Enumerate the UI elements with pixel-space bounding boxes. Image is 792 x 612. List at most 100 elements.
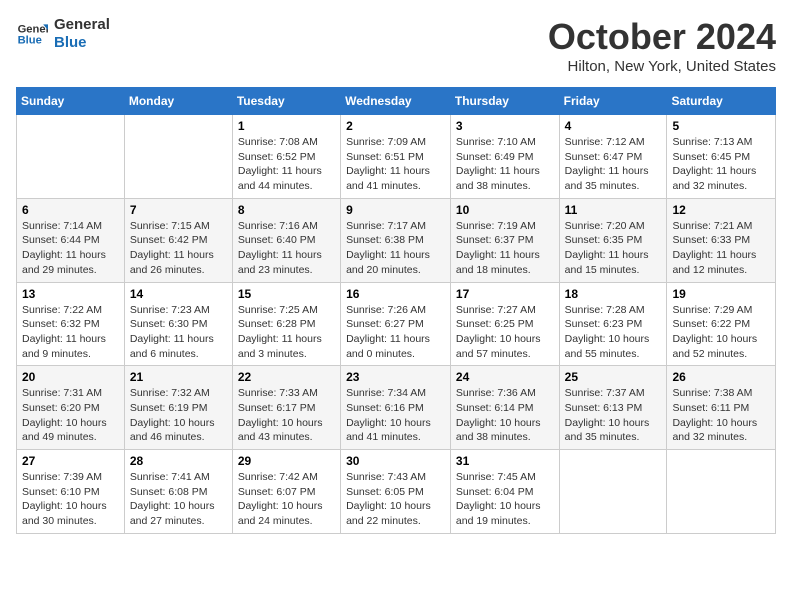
day-number: 4 xyxy=(565,119,662,133)
day-detail: Sunrise: 7:10 AM Sunset: 6:49 PM Dayligh… xyxy=(456,135,554,194)
calendar-cell: 11Sunrise: 7:20 AM Sunset: 6:35 PM Dayli… xyxy=(559,198,667,282)
calendar-cell: 8Sunrise: 7:16 AM Sunset: 6:40 PM Daylig… xyxy=(232,198,340,282)
calendar-cell: 23 Sunrise: 7:34 AM Sunset: 6:16 PM Dayli… xyxy=(341,366,451,450)
day-detail: Sunrise: 7:21 AM Sunset: 6:33 PM Dayligh… xyxy=(672,219,770,278)
calendar-cell: 12Sunrise: 7:21 AM Sunset: 6:33 PM Dayli… xyxy=(667,198,776,282)
day-number: 27 xyxy=(22,454,119,468)
logo-icon: General Blue xyxy=(16,18,48,50)
day-number: 22 xyxy=(238,370,335,384)
calendar-cell xyxy=(559,450,667,534)
day-header-saturday: Saturday xyxy=(667,88,776,115)
day-detail: Sunrise: 7:34 AM Sunset: 6:16 PM Dayligh… xyxy=(346,386,445,445)
day-number: 21 xyxy=(130,370,227,384)
day-number: 30 xyxy=(346,454,445,468)
day-detail: Sunrise: 7:22 AM Sunset: 6:32 PM Dayligh… xyxy=(22,303,119,362)
day-number: 14 xyxy=(130,287,227,301)
calendar-week-5: 27 Sunrise: 7:39 AM Sunset: 6:10 PM Dayli… xyxy=(17,450,776,534)
day-detail: Sunrise: 7:33 AM Sunset: 6:17 PM Dayligh… xyxy=(238,386,335,445)
day-detail: Sunrise: 7:08 AM Sunset: 6:52 PM Dayligh… xyxy=(238,135,335,194)
calendar-cell: 9 Sunrise: 7:17 AM Sunset: 6:38 PM Daylig… xyxy=(341,198,451,282)
calendar-cell: 2Sunrise: 7:09 AM Sunset: 6:51 PM Daylig… xyxy=(341,115,451,199)
day-detail: Sunrise: 7:27 AM Sunset: 6:25 PM Dayligh… xyxy=(456,303,554,362)
calendar-cell: 28 Sunrise: 7:41 AM Sunset: 6:08 PM Dayli… xyxy=(124,450,232,534)
calendar-cell: 5 Sunrise: 7:13 AM Sunset: 6:45 PM Daylig… xyxy=(667,115,776,199)
calendar-cell: 25 Sunrise: 7:37 AM Sunset: 6:13 PM Dayli… xyxy=(559,366,667,450)
calendar-cell: 6 Sunrise: 7:14 AM Sunset: 6:44 PM Daylig… xyxy=(17,198,125,282)
day-detail: Sunrise: 7:16 AM Sunset: 6:40 PM Dayligh… xyxy=(238,219,335,278)
calendar-table: SundayMondayTuesdayWednesdayThursdayFrid… xyxy=(16,87,776,534)
calendar-cell: 14 Sunrise: 7:23 AM Sunset: 6:30 PM Dayli… xyxy=(124,282,232,366)
calendar-cell: 15Sunrise: 7:25 AM Sunset: 6:28 PM Dayli… xyxy=(232,282,340,366)
day-detail: Sunrise: 7:23 AM Sunset: 6:30 PM Dayligh… xyxy=(130,303,227,362)
day-detail: Sunrise: 7:19 AM Sunset: 6:37 PM Dayligh… xyxy=(456,219,554,278)
day-detail: Sunrise: 7:17 AM Sunset: 6:38 PM Dayligh… xyxy=(346,219,445,278)
day-detail: Sunrise: 7:26 AM Sunset: 6:27 PM Dayligh… xyxy=(346,303,445,362)
day-number: 28 xyxy=(130,454,227,468)
day-detail: Sunrise: 7:38 AM Sunset: 6:11 PM Dayligh… xyxy=(672,386,770,445)
calendar-cell xyxy=(667,450,776,534)
day-number: 6 xyxy=(22,203,119,217)
calendar-cell: 30 Sunrise: 7:43 AM Sunset: 6:05 PM Dayli… xyxy=(341,450,451,534)
calendar-cell: 31Sunrise: 7:45 AM Sunset: 6:04 PM Dayli… xyxy=(450,450,559,534)
calendar-cell: 20 Sunrise: 7:31 AM Sunset: 6:20 PM Dayli… xyxy=(17,366,125,450)
calendar-cell: 26 Sunrise: 7:38 AM Sunset: 6:11 PM Dayli… xyxy=(667,366,776,450)
day-detail: Sunrise: 7:32 AM Sunset: 6:19 PM Dayligh… xyxy=(130,386,227,445)
day-number: 18 xyxy=(565,287,662,301)
day-number: 25 xyxy=(565,370,662,384)
calendar-cell: 22 Sunrise: 7:33 AM Sunset: 6:17 PM Dayli… xyxy=(232,366,340,450)
day-number: 23 xyxy=(346,370,445,384)
day-number: 5 xyxy=(672,119,770,133)
month-title: October 2024 xyxy=(548,16,776,58)
day-detail: Sunrise: 7:14 AM Sunset: 6:44 PM Dayligh… xyxy=(22,219,119,278)
calendar-cell: 7 Sunrise: 7:15 AM Sunset: 6:42 PM Daylig… xyxy=(124,198,232,282)
calendar-cell: 1Sunrise: 7:08 AM Sunset: 6:52 PM Daylig… xyxy=(232,115,340,199)
day-detail: Sunrise: 7:39 AM Sunset: 6:10 PM Dayligh… xyxy=(22,470,119,529)
calendar-cell: 24Sunrise: 7:36 AM Sunset: 6:14 PM Dayli… xyxy=(450,366,559,450)
day-detail: Sunrise: 7:20 AM Sunset: 6:35 PM Dayligh… xyxy=(565,219,662,278)
day-detail: Sunrise: 7:37 AM Sunset: 6:13 PM Dayligh… xyxy=(565,386,662,445)
day-number: 10 xyxy=(456,203,554,217)
calendar-week-1: 1Sunrise: 7:08 AM Sunset: 6:52 PM Daylig… xyxy=(17,115,776,199)
calendar-cell xyxy=(17,115,125,199)
day-number: 19 xyxy=(672,287,770,301)
calendar-cell: 29 Sunrise: 7:42 AM Sunset: 6:07 PM Dayli… xyxy=(232,450,340,534)
day-detail: Sunrise: 7:13 AM Sunset: 6:45 PM Dayligh… xyxy=(672,135,770,194)
day-number: 24 xyxy=(456,370,554,384)
day-number: 3 xyxy=(456,119,554,133)
calendar-header-row: SundayMondayTuesdayWednesdayThursdayFrid… xyxy=(17,88,776,115)
day-detail: Sunrise: 7:43 AM Sunset: 6:05 PM Dayligh… xyxy=(346,470,445,529)
day-number: 17 xyxy=(456,287,554,301)
location: Hilton, New York, United States xyxy=(548,58,776,75)
calendar-cell: 17 Sunrise: 7:27 AM Sunset: 6:25 PM Dayli… xyxy=(450,282,559,366)
logo-line2: Blue xyxy=(54,34,110,52)
day-header-thursday: Thursday xyxy=(450,88,559,115)
day-detail: Sunrise: 7:41 AM Sunset: 6:08 PM Dayligh… xyxy=(130,470,227,529)
day-detail: Sunrise: 7:42 AM Sunset: 6:07 PM Dayligh… xyxy=(238,470,335,529)
calendar-body: 1Sunrise: 7:08 AM Sunset: 6:52 PM Daylig… xyxy=(17,115,776,534)
day-number: 15 xyxy=(238,287,335,301)
calendar-cell: 10 Sunrise: 7:19 AM Sunset: 6:37 PM Dayli… xyxy=(450,198,559,282)
day-number: 9 xyxy=(346,203,445,217)
day-number: 29 xyxy=(238,454,335,468)
calendar-week-3: 13Sunrise: 7:22 AM Sunset: 6:32 PM Dayli… xyxy=(17,282,776,366)
day-number: 7 xyxy=(130,203,227,217)
svg-text:Blue: Blue xyxy=(18,35,42,47)
day-header-friday: Friday xyxy=(559,88,667,115)
day-number: 31 xyxy=(456,454,554,468)
day-detail: Sunrise: 7:28 AM Sunset: 6:23 PM Dayligh… xyxy=(565,303,662,362)
calendar-cell: 4 Sunrise: 7:12 AM Sunset: 6:47 PM Daylig… xyxy=(559,115,667,199)
logo-line1: General xyxy=(54,16,110,34)
calendar-cell: 13Sunrise: 7:22 AM Sunset: 6:32 PM Dayli… xyxy=(17,282,125,366)
day-header-monday: Monday xyxy=(124,88,232,115)
day-detail: Sunrise: 7:12 AM Sunset: 6:47 PM Dayligh… xyxy=(565,135,662,194)
day-number: 26 xyxy=(672,370,770,384)
logo: General Blue General Blue xyxy=(16,16,110,52)
day-detail: Sunrise: 7:31 AM Sunset: 6:20 PM Dayligh… xyxy=(22,386,119,445)
svg-text:General: General xyxy=(18,23,48,35)
calendar-cell: 16Sunrise: 7:26 AM Sunset: 6:27 PM Dayli… xyxy=(341,282,451,366)
day-detail: Sunrise: 7:15 AM Sunset: 6:42 PM Dayligh… xyxy=(130,219,227,278)
day-number: 20 xyxy=(22,370,119,384)
day-header-tuesday: Tuesday xyxy=(232,88,340,115)
title-block: October 2024 Hilton, New York, United St… xyxy=(548,16,776,75)
day-detail: Sunrise: 7:09 AM Sunset: 6:51 PM Dayligh… xyxy=(346,135,445,194)
